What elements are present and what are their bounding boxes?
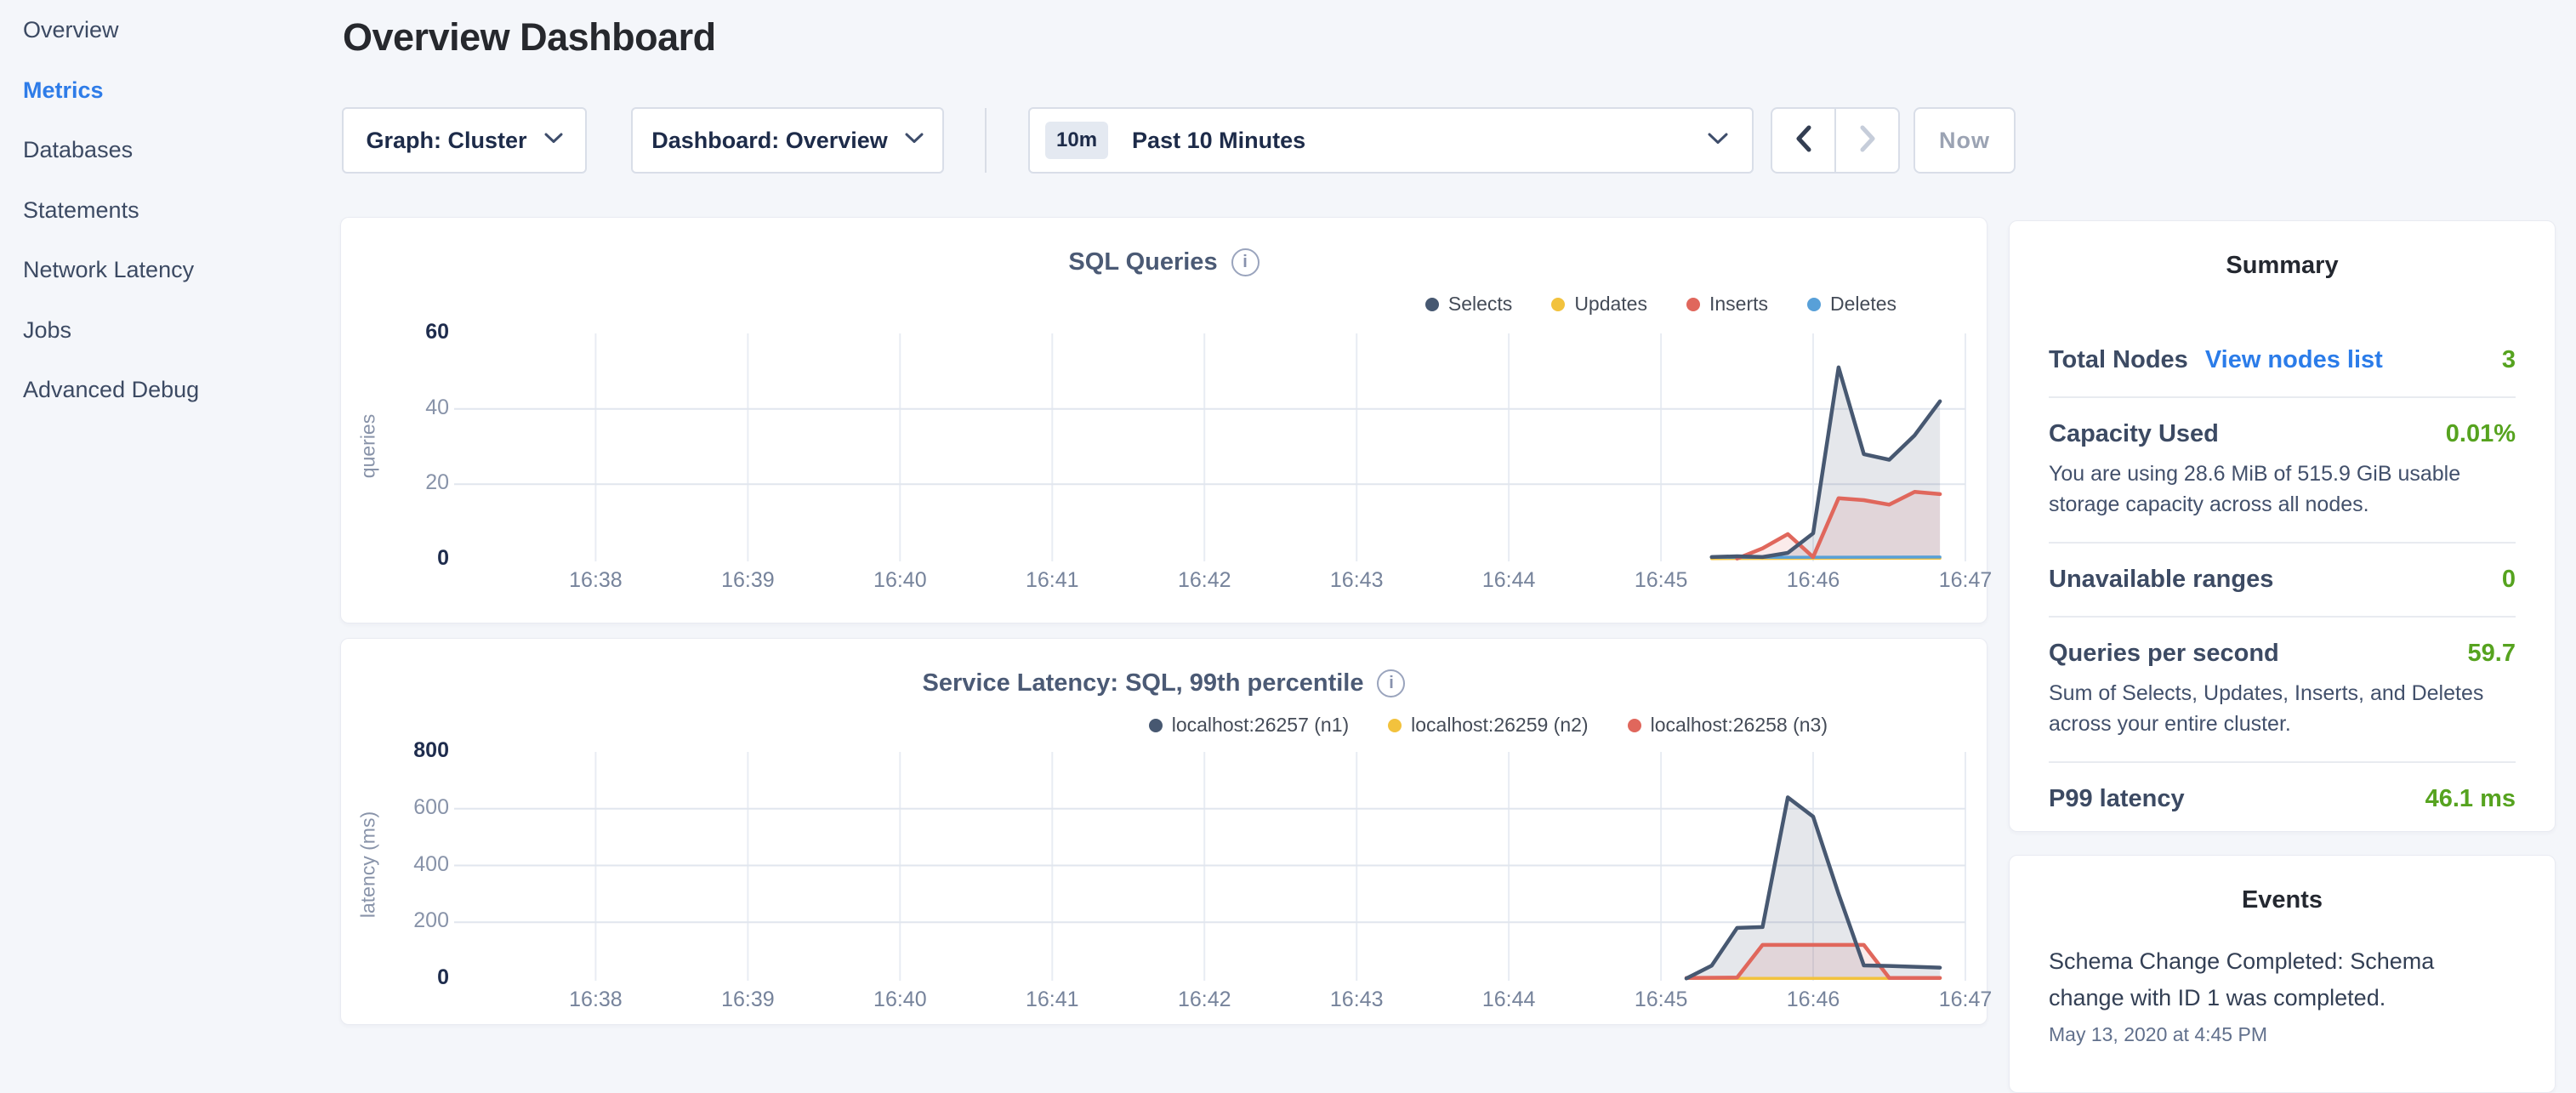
- summary-row-subtext: You are using 28.6 MiB of 515.9 GiB usab…: [2049, 458, 2516, 520]
- summary-row-subtext: Sum of Selects, Updates, Inserts, and De…: [2049, 678, 2516, 739]
- x-axis-tick: 16:45: [1601, 568, 1720, 593]
- sql-queries-plot[interactable]: [341, 218, 1988, 624]
- x-axis-tick: 16:47: [1906, 568, 2025, 593]
- sidebar-item-overview[interactable]: Overview: [23, 17, 119, 51]
- chevron-right-icon: [1857, 123, 1878, 158]
- summary-title: Summary: [2010, 221, 2555, 280]
- service-latency-plot[interactable]: [341, 639, 1988, 1026]
- page-title: Overview Dashboard: [343, 15, 716, 60]
- summary-row-value: 46.1 ms: [2425, 785, 2516, 813]
- summary-row: P99 latency 46.1 ms: [2049, 763, 2516, 835]
- summary-panel: Summary Total Nodes View nodes list 3 Capac…: [2009, 220, 2556, 832]
- chevron-down-icon: [544, 133, 563, 148]
- x-axis-tick: 16:42: [1145, 568, 1264, 593]
- x-axis-tick: 16:41: [992, 988, 1112, 1012]
- summary-row-value: 0.01%: [2446, 420, 2516, 448]
- graph-dropdown[interactable]: Graph: Cluster: [342, 107, 587, 174]
- chevron-down-icon: [905, 133, 924, 148]
- summary-row-label: Capacity Used: [2049, 420, 2219, 448]
- summary-row-value: 3: [2502, 346, 2516, 374]
- x-axis-tick: 16:44: [1449, 988, 1568, 1012]
- x-axis-tick: 16:44: [1449, 568, 1568, 593]
- x-axis-tick: 16:46: [1754, 568, 1873, 593]
- x-axis-tick: 16:39: [688, 988, 807, 1012]
- event-item[interactable]: Schema Change Completed: Schema change w…: [2049, 943, 2516, 1046]
- dashboard-dropdown[interactable]: Dashboard: Overview: [631, 107, 944, 174]
- summary-row-label: Unavailable ranges: [2049, 566, 2273, 594]
- x-axis-tick: 16:46: [1754, 988, 1873, 1012]
- view-nodes-list-link[interactable]: View nodes list: [2205, 346, 2383, 374]
- time-range-badge: 10m: [1045, 122, 1108, 159]
- x-axis-tick: 16:40: [840, 568, 959, 593]
- y-axis-label: latency (ms): [357, 737, 380, 993]
- summary-row-value: 59.7: [2468, 640, 2516, 668]
- sidebar-item-advanced-debug[interactable]: Advanced Debug: [23, 377, 199, 411]
- summary-row-label: P99 latency: [2049, 785, 2185, 813]
- y-axis-label: queries: [357, 319, 380, 574]
- x-axis-tick: 16:38: [536, 568, 655, 593]
- event-timestamp: May 13, 2020 at 4:45 PM: [2049, 1023, 2516, 1046]
- prev-range-button[interactable]: [1772, 109, 1836, 172]
- event-text: Schema Change Completed: Schema change w…: [2049, 943, 2516, 1016]
- chevron-left-icon: [1794, 123, 1814, 158]
- time-range-label: Past 10 Minutes: [1132, 128, 1305, 154]
- chevron-down-icon: [1708, 133, 1728, 149]
- summary-row: Queries per second 59.7 Sum of Selects, Up…: [2049, 618, 2516, 763]
- summary-row: Unavailable ranges 0: [2049, 544, 2516, 618]
- graph-dropdown-label: Graph: Cluster: [366, 128, 526, 154]
- sidebar: Overview Metrics Databases Statements Networ…: [0, 0, 340, 1051]
- summary-row: Total Nodes View nodes list 3: [2049, 324, 2516, 398]
- summary-row-label: Total Nodes: [2049, 346, 2188, 374]
- summary-row-label: Queries per second: [2049, 640, 2279, 668]
- time-range-dropdown[interactable]: 10m Past 10 Minutes: [1028, 107, 1754, 174]
- events-title: Events: [2010, 856, 2555, 914]
- x-axis-tick: 16:43: [1297, 568, 1416, 593]
- sidebar-item-network-latency[interactable]: Network Latency: [23, 257, 194, 291]
- events-panel: Events Schema Change Completed: Schema c…: [2009, 855, 2556, 1093]
- x-axis-tick: 16:39: [688, 568, 807, 593]
- x-axis-tick: 16:45: [1601, 988, 1720, 1012]
- now-button[interactable]: Now: [1914, 107, 2016, 174]
- x-axis-tick: 16:42: [1145, 988, 1264, 1012]
- x-axis-tick: 16:40: [840, 988, 959, 1012]
- controls-divider: [985, 108, 987, 173]
- sidebar-item-databases[interactable]: Databases: [23, 137, 133, 171]
- summary-row: Capacity Used 0.01% You are using 28.6 MiB…: [2049, 398, 2516, 544]
- service-latency-chart-card: Service Latency: SQL, 99th percentile i …: [340, 638, 1987, 1025]
- summary-row-value: 0: [2502, 566, 2516, 594]
- sql-queries-chart-card: SQL Queries i SelectsUpdatesInsertsDelet…: [340, 217, 1987, 623]
- time-range-arrows: [1771, 107, 1900, 174]
- x-axis-tick: 16:38: [536, 988, 655, 1012]
- x-axis-tick: 16:41: [992, 568, 1112, 593]
- next-range-button[interactable]: [1836, 109, 1898, 172]
- sidebar-item-jobs[interactable]: Jobs: [23, 317, 71, 351]
- dashboard-dropdown-label: Dashboard: Overview: [651, 128, 888, 154]
- x-axis-tick: 16:47: [1906, 988, 2025, 1012]
- sidebar-item-statements[interactable]: Statements: [23, 197, 139, 231]
- sidebar-item-metrics[interactable]: Metrics: [23, 77, 104, 111]
- x-axis-tick: 16:43: [1297, 988, 1416, 1012]
